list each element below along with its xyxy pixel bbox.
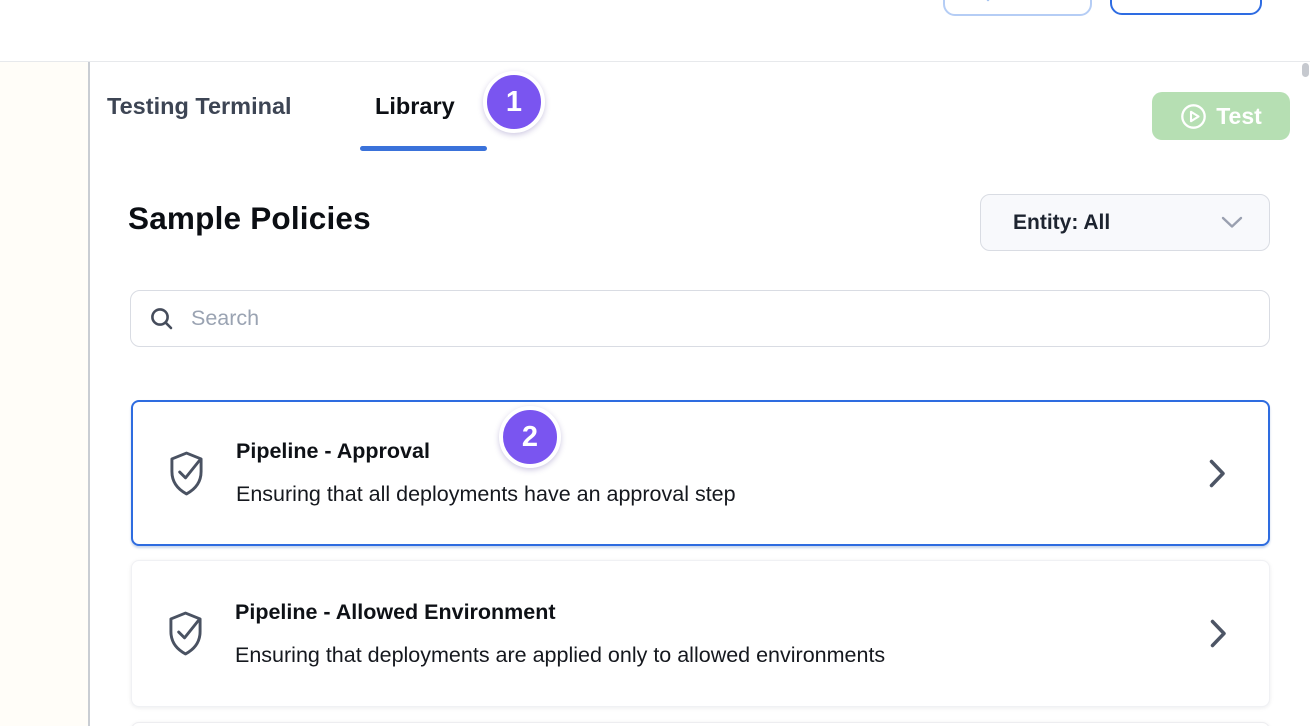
step-badge-2: 2 [499, 406, 561, 468]
upload-icon [981, 0, 995, 2]
policy-card-partial[interactable] [131, 722, 1270, 726]
search-bar [130, 290, 1270, 347]
shield-check-icon [169, 450, 204, 497]
policy-description: Ensuring that all deployments have an ap… [236, 482, 1209, 507]
policy-texts: Pipeline - Approval Ensuring that all de… [236, 439, 1209, 507]
chevron-right-icon [1210, 619, 1227, 648]
active-tab-underline [360, 146, 487, 151]
panel-divider [88, 62, 90, 726]
page-title: Sample Policies [128, 200, 371, 237]
header-divider [0, 61, 1310, 62]
policy-card-pipeline-approval[interactable]: Pipeline - Approval Ensuring that all de… [131, 400, 1270, 546]
tab-testing-terminal[interactable]: Testing Terminal [107, 93, 292, 120]
save-button-label: Save [1003, 0, 1054, 6]
discard-button[interactable]: Discard [1110, 0, 1262, 15]
top-header: Save Discard [0, 0, 1310, 61]
scrollbar-thumb[interactable] [1302, 63, 1309, 77]
policy-title: Pipeline - Approval [236, 439, 1209, 464]
policy-texts: Pipeline - Allowed Environment Ensuring … [235, 600, 1210, 668]
left-rail [0, 62, 88, 726]
chevron-right-icon [1209, 459, 1226, 488]
policy-card-pipeline-allowed-environment[interactable]: Pipeline - Allowed Environment Ensuring … [131, 560, 1270, 707]
library-page: Save Discard Testing Terminal Library 1 … [0, 0, 1310, 726]
discard-button-label: Discard [1146, 0, 1227, 5]
entity-filter-dropdown[interactable]: Entity: All [980, 194, 1270, 251]
policy-description: Ensuring that deployments are applied on… [235, 643, 1210, 668]
tab-library[interactable]: Library [375, 93, 455, 120]
save-button[interactable]: Save [943, 0, 1092, 16]
step-badge-1: 1 [483, 71, 545, 133]
test-button[interactable]: Test [1152, 92, 1290, 140]
search-icon [149, 306, 175, 332]
shield-check-icon [168, 610, 203, 657]
policy-title: Pipeline - Allowed Environment [235, 600, 1210, 625]
test-button-label: Test [1216, 103, 1262, 130]
search-input[interactable] [191, 306, 1251, 331]
chevron-down-icon [1221, 216, 1243, 229]
entity-filter-value: Entity: All [1013, 211, 1221, 235]
play-circle-icon [1180, 103, 1207, 130]
